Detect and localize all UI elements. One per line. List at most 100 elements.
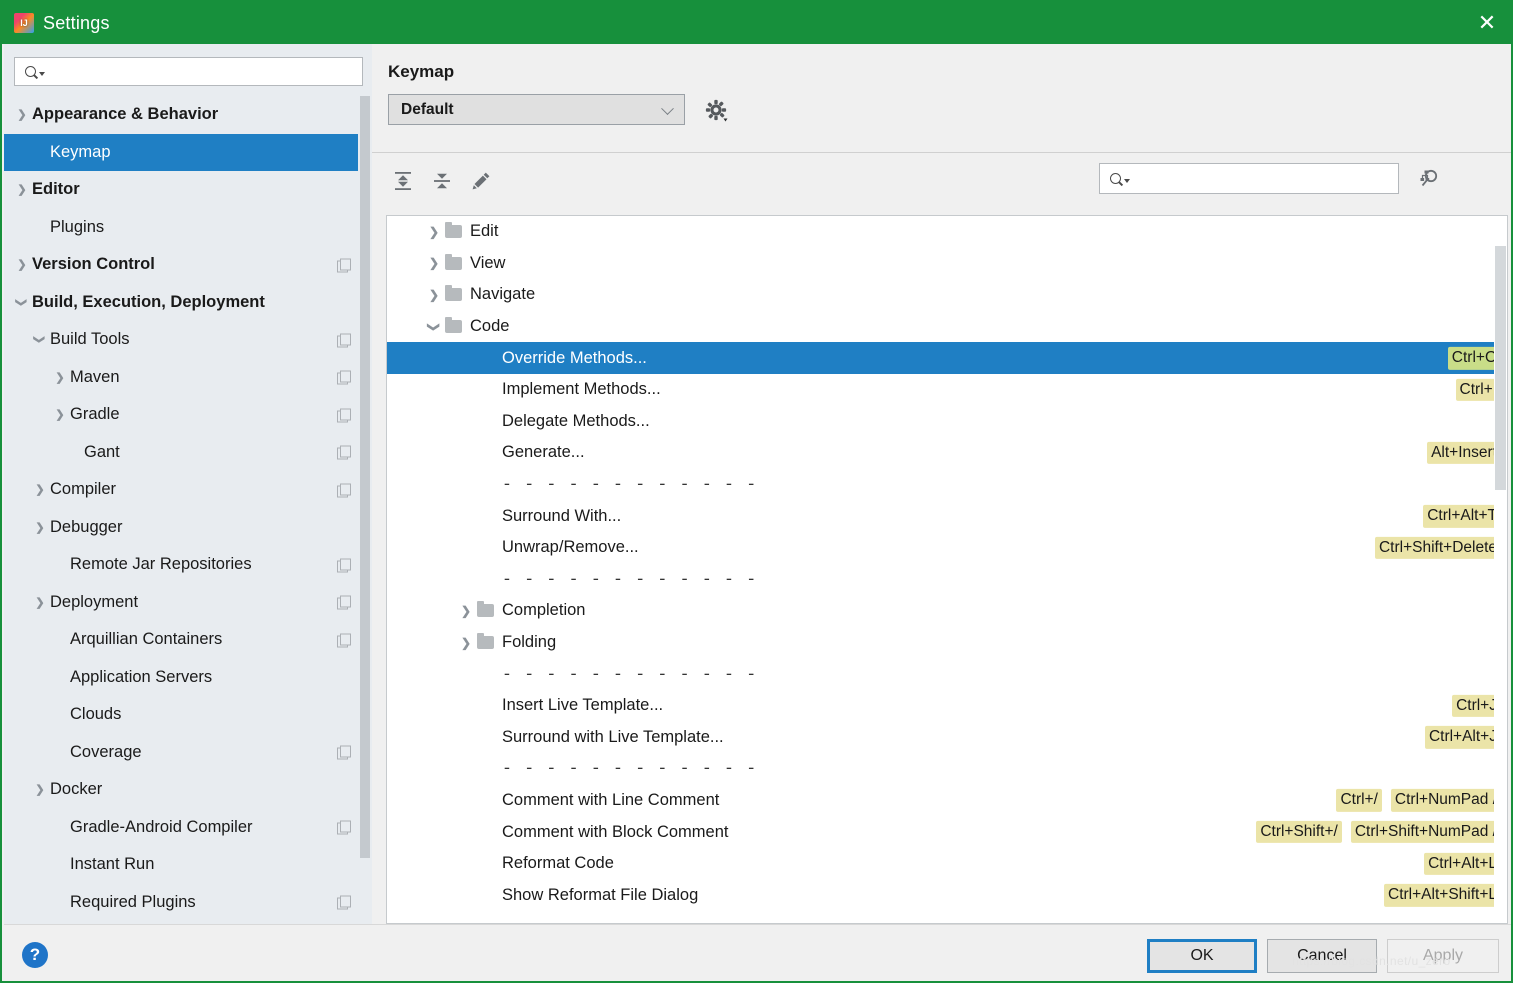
chevron-right-icon[interactable] — [455, 636, 477, 650]
chevron-down-icon[interactable] — [423, 320, 445, 334]
chevron-right-icon[interactable] — [30, 596, 50, 609]
sidebar-item-gradle-android-compiler[interactable]: Gradle-Android Compiler — [4, 809, 372, 847]
shortcut-badge: Ctrl+Alt+L — [1424, 852, 1501, 874]
tree-row-unwrap-remove[interactable]: Unwrap/Remove...Ctrl+Shift+Delete — [387, 532, 1507, 564]
tree-row-label: Comment with Line Comment — [502, 791, 719, 810]
tree-row-delegate-methods[interactable]: Delegate Methods... — [387, 406, 1507, 438]
sidebar-search-input[interactable] — [51, 58, 362, 85]
sidebar-item-label: Required Plugins — [70, 893, 196, 912]
sidebar-item-gant[interactable]: Gant — [4, 434, 372, 472]
chevron-right-icon[interactable] — [30, 783, 50, 796]
collapse-all-icon[interactable] — [425, 164, 459, 198]
help-icon[interactable]: ? — [22, 942, 48, 968]
sidebar-item-clouds[interactable]: Clouds — [4, 696, 372, 734]
edit-pencil-icon[interactable] — [464, 164, 498, 198]
sidebar-item-version-control[interactable]: Version Control — [4, 246, 372, 284]
sidebar-item-editor[interactable]: Editor — [4, 171, 372, 209]
sidebar-item-arquillian-containers[interactable]: Arquillian Containers — [4, 621, 372, 659]
tree-row-surround-with[interactable]: Surround With...Ctrl+Alt+T — [387, 500, 1507, 532]
tree-row-implement-methods[interactable]: Implement Methods...Ctrl+I — [387, 374, 1507, 406]
keymap-profile-select[interactable]: Default — [388, 94, 685, 125]
settings-sidebar: Appearance & Behavior Keymap EditorPlugins… — [4, 44, 372, 924]
sidebar-item-label: Keymap — [50, 143, 111, 162]
sidebar-scrollbar[interactable] — [358, 96, 372, 924]
chevron-right-icon[interactable] — [12, 258, 32, 271]
gear-icon[interactable] — [702, 96, 730, 124]
tree-row-edit[interactable]: Edit — [387, 216, 1507, 248]
keymap-search-box[interactable] — [1099, 163, 1399, 194]
tree-row-code[interactable]: Code — [387, 311, 1507, 343]
chevron-right-icon[interactable] — [12, 183, 32, 196]
sidebar-item-deployment[interactable]: Deployment — [4, 584, 372, 622]
separator-label: - - - - - - - - - - - - — [502, 570, 757, 589]
project-scope-icon — [337, 746, 350, 759]
keymap-search-input[interactable] — [1136, 164, 1398, 193]
tree-row-folding[interactable]: Folding — [387, 627, 1507, 659]
sidebar-item-label: Gradle — [70, 405, 120, 424]
close-icon[interactable]: ✕ — [1463, 2, 1511, 44]
project-scope-icon — [337, 558, 350, 571]
chevron-right-icon[interactable] — [455, 604, 477, 618]
sidebar-item-label: Build Tools — [50, 330, 130, 349]
sidebar-item-gradle[interactable]: Gradle — [4, 396, 372, 434]
tree-separator: - - - - - - - - - - - - — [387, 658, 1507, 690]
tree-row-show-reformat-file-dialog[interactable]: Show Reformat File DialogCtrl+Alt+Shift+… — [387, 879, 1507, 911]
sidebar-item-instant-run[interactable]: Instant Run — [4, 846, 372, 884]
cancel-button[interactable]: Cancel — [1267, 939, 1377, 973]
keymap-panel: Keymap Default — [372, 44, 1511, 924]
tree-row-surround-with-live-template[interactable]: Surround with Live Template...Ctrl+Alt+J — [387, 722, 1507, 754]
tree-row-comment-with-line-comment[interactable]: Comment with Line CommentCtrl+/Ctrl+NumP… — [387, 785, 1507, 817]
chevron-down-icon[interactable] — [30, 333, 50, 346]
sidebar-item-application-servers[interactable]: Application Servers — [4, 659, 372, 697]
sidebar-item-maven[interactable]: Maven — [4, 359, 372, 397]
sidebar-item-compiler[interactable]: Compiler — [4, 471, 372, 509]
tree-row-label: Reformat Code — [502, 854, 614, 873]
tree-row-label: Code — [470, 317, 509, 336]
sidebar-item-required-plugins[interactable]: Required Plugins — [4, 884, 372, 922]
sidebar-item-appearance-behavior[interactable]: Appearance & Behavior — [4, 96, 372, 134]
chevron-right-icon[interactable] — [423, 225, 445, 239]
chevron-right-icon[interactable] — [423, 288, 445, 302]
tree-row-label: Override Methods... — [502, 349, 647, 368]
page-title: Keymap — [388, 62, 454, 82]
project-scope-icon — [337, 633, 350, 646]
project-scope-icon — [337, 258, 350, 271]
chevron-right-icon[interactable] — [12, 108, 32, 121]
tree-row-generate[interactable]: Generate...Alt+Insert — [387, 437, 1507, 469]
chevron-down-icon — [661, 102, 674, 115]
find-by-shortcut-icon[interactable] — [1412, 162, 1446, 196]
sidebar-item-build-tools[interactable]: Build Tools — [4, 321, 372, 359]
tree-row-override-methods[interactable]: Override Methods...Ctrl+O — [387, 342, 1507, 374]
tree-row-navigate[interactable]: Navigate — [387, 279, 1507, 311]
sidebar-item-remote-jar-repositories[interactable]: Remote Jar Repositories — [4, 546, 372, 584]
sidebar-item-coverage[interactable]: Coverage — [4, 734, 372, 772]
chevron-down-icon — [1124, 179, 1130, 183]
sidebar-item-build-execution-deployment[interactable]: Build, Execution, Deployment — [4, 284, 372, 322]
sidebar-item-docker[interactable]: Docker — [4, 771, 372, 809]
keymap-tree-scrollbar[interactable] — [1494, 216, 1507, 923]
sidebar-search-box[interactable] — [14, 57, 363, 86]
tree-row-view[interactable]: View — [387, 248, 1507, 280]
sidebar-item-label: Coverage — [70, 743, 142, 762]
keymap-tree-scrollbar-thumb[interactable] — [1495, 246, 1506, 490]
shortcut-list: Ctrl+Shift+/Ctrl+Shift+NumPad / — [1256, 821, 1501, 843]
sidebar-item-label: Arquillian Containers — [70, 630, 222, 649]
expand-all-icon[interactable] — [386, 164, 420, 198]
tree-row-comment-with-block-comment[interactable]: Comment with Block CommentCtrl+Shift+/Ct… — [387, 816, 1507, 848]
tree-row-reformat-code[interactable]: Reformat Code Ctrl+Alt+L — [387, 848, 1507, 880]
separator-label: - - - - - - - - - - - - — [502, 759, 757, 778]
tree-row-completion[interactable]: Completion — [387, 595, 1507, 627]
sidebar-item-keymap[interactable]: Keymap — [4, 134, 372, 172]
chevron-right-icon[interactable] — [30, 483, 50, 496]
chevron-down-icon — [39, 72, 45, 76]
sidebar-item-debugger[interactable]: Debugger — [4, 509, 372, 547]
sidebar-item-plugins[interactable]: Plugins — [4, 209, 372, 247]
chevron-right-icon[interactable] — [50, 408, 70, 421]
chevron-right-icon[interactable] — [50, 371, 70, 384]
ok-button[interactable]: OK — [1147, 939, 1257, 973]
sidebar-scrollbar-thumb[interactable] — [360, 96, 370, 858]
tree-row-insert-live-template[interactable]: Insert Live Template...Ctrl+J — [387, 690, 1507, 722]
chevron-right-icon[interactable] — [30, 521, 50, 534]
chevron-right-icon[interactable] — [423, 256, 445, 270]
chevron-down-icon[interactable] — [12, 296, 32, 309]
